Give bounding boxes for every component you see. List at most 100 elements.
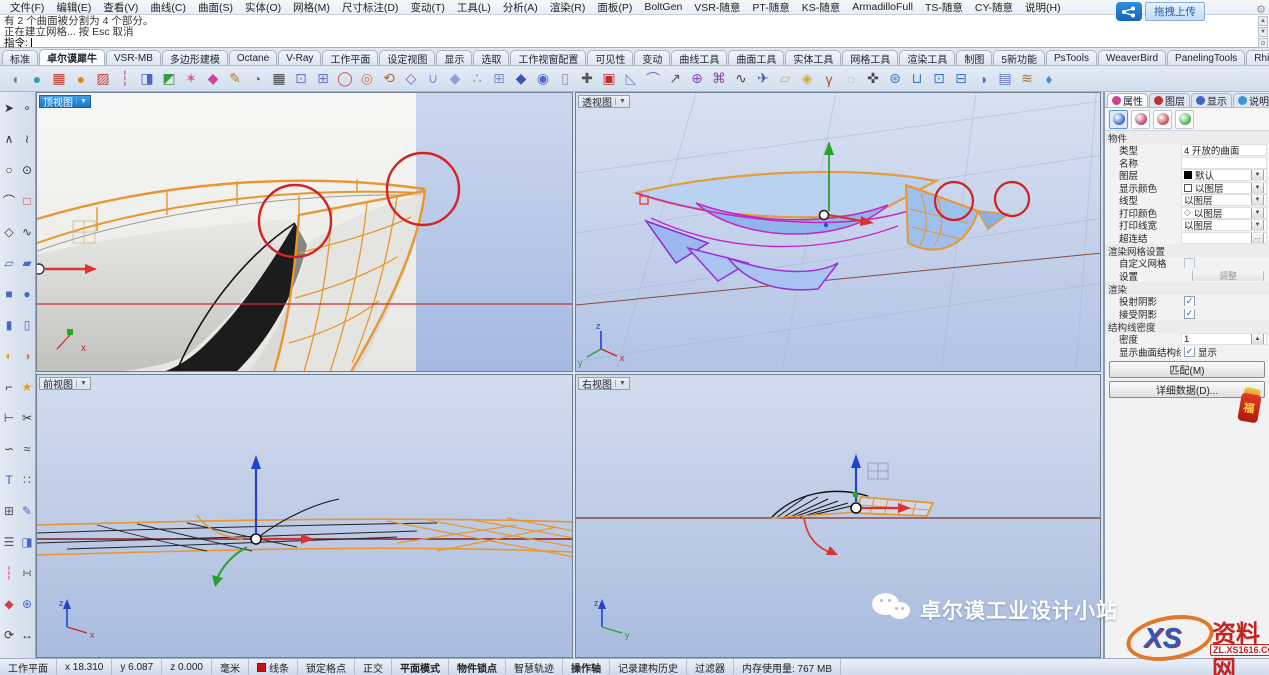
cylinder-tool-icon[interactable]: ▮	[1, 316, 18, 333]
status-segment[interactable]: 智慧轨迹	[506, 659, 563, 675]
toolbar-tab[interactable]: 工作视窗配置	[510, 50, 586, 65]
drop-icon[interactable]: ♦	[1038, 68, 1060, 90]
circle-select-icon[interactable]: ◯	[334, 68, 356, 90]
arrow-ne-icon[interactable]: ↗	[664, 68, 686, 90]
note-props-icon[interactable]	[1175, 110, 1194, 129]
toolbar-tab[interactable]: 5新功能	[993, 50, 1045, 65]
viewport-right-label[interactable]: 右视图▼	[578, 377, 630, 390]
command-history[interactable]: 有 2 个曲面被分割为 4 个部分。 正在建立网格... 按 Esc 取消 指令…	[0, 15, 1269, 48]
menu-item[interactable]: ArmadilloFull	[846, 1, 919, 13]
status-segment[interactable]: 记录建构历史	[610, 659, 687, 675]
chevron-down-icon[interactable]: ▼	[76, 380, 87, 387]
card-icon[interactable]: ▤	[994, 68, 1016, 90]
panel-action-button[interactable]: 匹配(M)	[1109, 361, 1265, 378]
checkbox[interactable]: ✓	[1184, 308, 1195, 319]
row-value[interactable]: …	[1181, 232, 1267, 244]
box-tool-icon[interactable]: ■	[1, 285, 18, 302]
chevron-down-icon[interactable]: ▼	[615, 98, 626, 105]
toolbar-tab[interactable]: RhinoGold	[1246, 50, 1269, 65]
ellipsis-button[interactable]: …	[1251, 232, 1264, 244]
blue-gem-icon[interactable]: ◆	[510, 68, 532, 90]
status-segment[interactable]: 过滤器	[687, 659, 734, 675]
array-tool-icon[interactable]: ⊞	[1, 502, 18, 519]
cube-shade-icon[interactable]: ◨	[19, 533, 36, 550]
viewport-right-canvas[interactable]: z y	[576, 375, 1101, 658]
menu-item[interactable]: 尺寸标注(D)	[336, 0, 405, 15]
menu-item[interactable]: 网格(M)	[287, 0, 336, 15]
checker-map-icon[interactable]: ▨	[92, 68, 114, 90]
mirror-tool-icon[interactable]: ⊕	[19, 595, 36, 612]
command-scrollbar[interactable]: ▲ ▼ ⊙	[1258, 16, 1268, 48]
menu-item[interactable]: 实体(O)	[239, 0, 287, 15]
arc-blend-icon[interactable]: ⌒	[642, 68, 664, 90]
adjust-button[interactable]: 调整	[1192, 270, 1264, 282]
vase-icon[interactable]: ◇	[400, 68, 422, 90]
viewport-perspective[interactable]: z x y 透视图▼	[575, 92, 1101, 372]
text-tool-icon[interactable]: T	[1, 471, 18, 488]
link-tool-icon[interactable]: ◖	[4, 68, 26, 90]
gamma-icon[interactable]: γ	[818, 68, 840, 90]
toolbar-tab[interactable]: 显示	[436, 50, 472, 65]
note-icon[interactable]: ▱	[774, 68, 796, 90]
toolbar-tab[interactable]: V-Ray	[278, 50, 321, 65]
bucket-icon[interactable]: ⊔	[906, 68, 928, 90]
half-disc-icon[interactable]: ◑	[972, 68, 994, 90]
menu-item[interactable]: 文件(F)	[4, 0, 50, 15]
polyline-tool-icon[interactable]: ∧	[1, 130, 18, 147]
control-curve-icon[interactable]: ≀	[19, 130, 36, 147]
monitor-icon[interactable]: ⊟	[950, 68, 972, 90]
menu-item[interactable]: 工具(L)	[451, 0, 497, 15]
spinner-button[interactable]: ▲	[1251, 333, 1264, 345]
viewport-front-canvas[interactable]: z x	[37, 375, 573, 658]
row-value[interactable]: ✓	[1181, 308, 1267, 320]
toolbar-tab[interactable]: 变动	[634, 50, 670, 65]
menu-item[interactable]: 渲染(R)	[544, 0, 592, 15]
row-value[interactable]: ✓显示	[1181, 346, 1267, 358]
shade-cube-icon[interactable]: ◨	[136, 68, 158, 90]
toolbar-tab[interactable]: 工作平面	[322, 50, 378, 65]
grid-tool-icon[interactable]: ∺	[19, 564, 36, 581]
dropdown-button[interactable]: ▼	[1251, 194, 1264, 206]
toolbar-tab[interactable]: WeaverBird	[1098, 50, 1166, 65]
viewport-perspective-canvas[interactable]: z x y	[576, 93, 1101, 372]
share-nodes-icon[interactable]	[1116, 2, 1142, 21]
tab-notes[interactable]: 说明	[1233, 93, 1269, 107]
gem-icon[interactable]: ◆	[444, 68, 466, 90]
texture-props-icon[interactable]	[1153, 110, 1172, 129]
red-frame-icon[interactable]: ▣	[598, 68, 620, 90]
scroll-up-icon[interactable]: ▲	[1258, 16, 1268, 26]
mannequin-icon[interactable]: ✶	[180, 68, 202, 90]
curvature-icon[interactable]: ◔	[246, 68, 268, 90]
row-value[interactable]: ◇以图层▼	[1181, 207, 1267, 219]
status-segment[interactable]: 平面模式	[392, 659, 449, 675]
trim-tool-icon[interactable]: ✂	[19, 409, 36, 426]
row-value[interactable]	[1181, 157, 1267, 169]
fillet-tool-icon[interactable]: ⌐	[1, 378, 18, 395]
arc-tool-icon[interactable]: ⌒	[1, 192, 18, 209]
menu-item[interactable]: 分析(A)	[497, 0, 544, 15]
grid-snap-icon[interactable]: ⊞	[488, 68, 510, 90]
menu-item[interactable]: TS-随意	[919, 0, 969, 15]
row-value[interactable]: 1▲	[1181, 333, 1267, 345]
nodes-tool-icon[interactable]: ∷	[19, 471, 36, 488]
row-value[interactable]: 默认▼	[1181, 169, 1267, 181]
boolean-union-icon[interactable]: ◐	[1, 347, 18, 364]
move-tool-icon[interactable]: ✚	[576, 68, 598, 90]
toolbar-tab[interactable]: 标准	[2, 50, 38, 65]
molecule-icon[interactable]: ⊕	[686, 68, 708, 90]
pin-icon[interactable]: ┆	[114, 68, 136, 90]
toolbar-tab[interactable]: 实体工具	[785, 50, 841, 65]
wheel-icon[interactable]: ⊛	[884, 68, 906, 90]
status-segment[interactable]: 物件锁点	[449, 659, 506, 675]
pencil-tool-icon[interactable]: ✎	[19, 502, 36, 519]
material-props-icon[interactable]	[1131, 110, 1150, 129]
sphere-display-icon[interactable]: ●	[26, 68, 48, 90]
wave-curve-icon[interactable]: ∿	[730, 68, 752, 90]
toolbar-tab[interactable]: 网格工具	[842, 50, 898, 65]
upload-button[interactable]: 拖拽上传	[1145, 2, 1205, 21]
row-value[interactable]: 调整	[1181, 270, 1267, 282]
explode-tool-icon[interactable]: ★	[19, 378, 36, 395]
menu-item[interactable]: 面板(P)	[591, 0, 638, 15]
polygon-tool-icon[interactable]: ◇	[1, 223, 18, 240]
cat-head-icon[interactable]: ◈	[796, 68, 818, 90]
